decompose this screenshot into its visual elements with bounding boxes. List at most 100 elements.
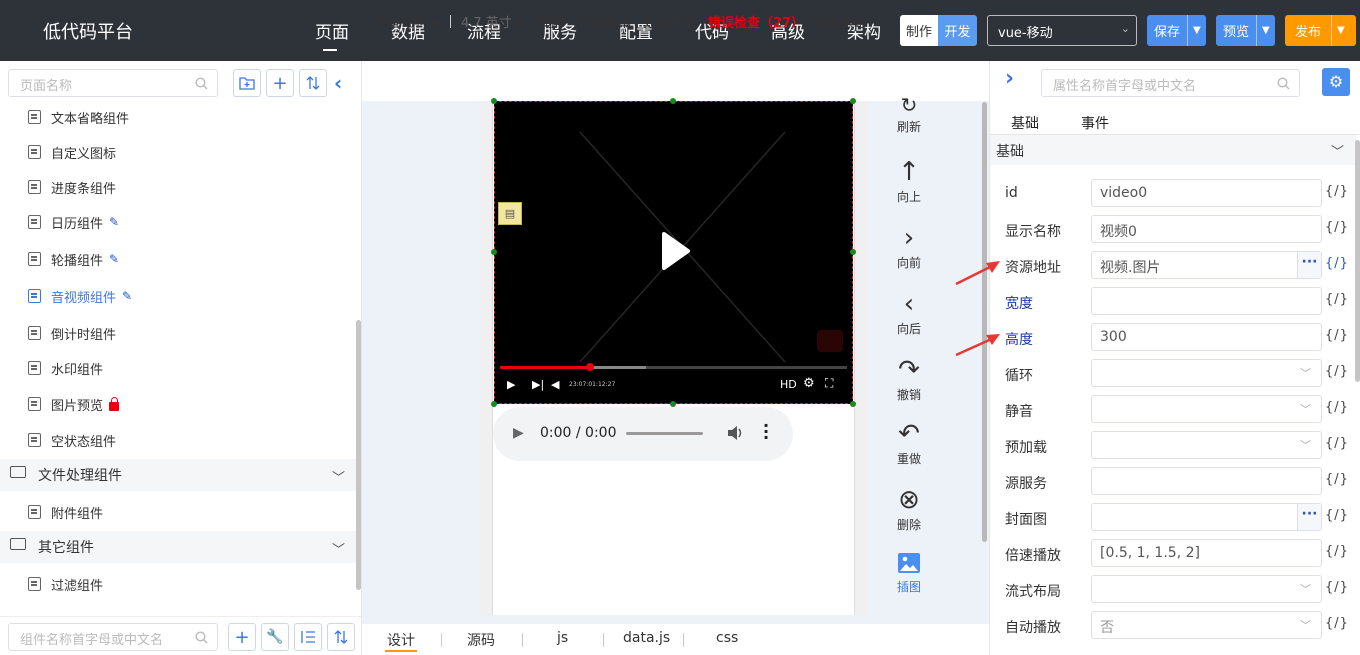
resize-handle[interactable] bbox=[850, 249, 856, 255]
tree-item-image-preview[interactable]: 图片预览 bbox=[0, 386, 357, 422]
tab-data-js[interactable]: data.js bbox=[623, 630, 670, 646]
component-list-button[interactable] bbox=[294, 623, 322, 651]
save-button[interactable]: 保存 ▼ bbox=[1147, 15, 1206, 46]
tree-item-calendar[interactable]: 日历组件 ✎ bbox=[0, 204, 357, 240]
code-binding-icon[interactable]: {/} bbox=[1325, 616, 1349, 631]
prop-select-loop[interactable]: ﹀ bbox=[1091, 359, 1322, 387]
fullscreen-icon[interactable]: ⛶ bbox=[825, 376, 833, 391]
caret-down-icon[interactable]: ▼ bbox=[1331, 15, 1350, 46]
insert-image-tool[interactable]: 插图 bbox=[888, 550, 930, 595]
tree-item-text-ellipsis[interactable]: 文本省略组件 bbox=[0, 99, 357, 135]
nav-page[interactable]: 页面 bbox=[315, 18, 349, 51]
conflict-button[interactable]: 处理冲突 bbox=[643, 12, 695, 31]
tree-item-progress[interactable]: 进度条组件 bbox=[0, 169, 357, 205]
tab-design[interactable]: 设计 bbox=[387, 630, 415, 650]
prop-input-poster[interactable]: ··· bbox=[1091, 503, 1322, 531]
preview-button[interactable]: 预览 ▼ bbox=[1216, 15, 1275, 46]
mode-dev-button[interactable]: 开发 bbox=[938, 15, 977, 46]
tab-event[interactable]: 事件 bbox=[1081, 113, 1109, 133]
property-search-input[interactable]: 属性名称首字母或中文名 bbox=[1041, 69, 1300, 97]
center-scrollbar[interactable] bbox=[982, 102, 987, 542]
gear-icon[interactable]: ⚙ bbox=[803, 376, 815, 391]
code-binding-icon[interactable]: {/} bbox=[1325, 328, 1349, 343]
code-binding-icon[interactable]: {/} bbox=[1325, 220, 1349, 235]
resize-handle[interactable] bbox=[850, 401, 856, 407]
mode-make-button[interactable]: 制作 bbox=[900, 15, 938, 46]
left-scrollbar[interactable] bbox=[356, 320, 361, 590]
prop-input-width[interactable] bbox=[1091, 287, 1322, 315]
resize-handle[interactable] bbox=[491, 401, 497, 407]
prop-input-id[interactable]: video0 bbox=[1091, 179, 1322, 207]
delete-tool[interactable]: ⊗ 删除 bbox=[888, 484, 930, 533]
prop-input-source-service[interactable] bbox=[1091, 467, 1322, 495]
backward-tool[interactable]: ‹ 向后 bbox=[888, 288, 930, 337]
forward-tool[interactable]: › 向前 bbox=[888, 222, 930, 271]
publish-button[interactable]: 发布 ▼ bbox=[1285, 15, 1356, 46]
gear-icon[interactable]: ⚙ bbox=[1322, 68, 1350, 96]
tab-source[interactable]: 源码 bbox=[467, 630, 495, 650]
group-other[interactable]: 其它组件 ﹀ bbox=[0, 531, 357, 563]
prop-input-playback-rate[interactable]: [0.5, 1, 1.5, 2] bbox=[1091, 539, 1322, 567]
code-binding-icon[interactable]: {/} bbox=[1325, 400, 1349, 415]
play-icon[interactable]: ▶ bbox=[507, 378, 515, 391]
page-search-input[interactable]: 页面名称 bbox=[8, 69, 218, 97]
skip-next-icon[interactable]: ▶| bbox=[532, 378, 544, 391]
move-up-tool[interactable]: ↑ 向上 bbox=[888, 156, 930, 205]
tree-item-attachment[interactable]: 附件组件 bbox=[0, 494, 357, 530]
prop-input-height[interactable]: 300 bbox=[1091, 323, 1322, 351]
component-sort-button[interactable] bbox=[327, 623, 355, 651]
prop-select-autoplay[interactable]: 否 ﹀ bbox=[1091, 611, 1322, 639]
tree-item-carousel[interactable]: 轮播组件 ✎ bbox=[0, 241, 357, 277]
caret-down-icon[interactable]: ▼ bbox=[1187, 15, 1206, 46]
tab-css[interactable]: css bbox=[716, 630, 738, 646]
log-trace-button[interactable]: 日志跟踪 bbox=[815, 12, 867, 31]
tree-item-filter[interactable]: 过滤组件 bbox=[0, 566, 357, 602]
prop-select-preload[interactable]: ﹀ bbox=[1091, 431, 1322, 459]
code-binding-icon[interactable]: {/} bbox=[1325, 364, 1349, 379]
caret-down-icon[interactable]: ▼ bbox=[1256, 15, 1275, 46]
tab-basic[interactable]: 基础 bbox=[1011, 113, 1039, 133]
collapse-left-icon[interactable]: ‹ bbox=[334, 71, 342, 95]
add-folder-button[interactable] bbox=[233, 69, 261, 97]
code-binding-icon[interactable]: {/} bbox=[1325, 292, 1349, 307]
history-button[interactable]: 历史版本 bbox=[579, 12, 631, 31]
refresh-tool[interactable]: ↻ 刷新 bbox=[888, 92, 930, 135]
framework-select[interactable]: vue-移动 ⌄ bbox=[987, 15, 1137, 46]
audio-volume-icon[interactable] bbox=[726, 424, 744, 442]
tree-item-media[interactable]: 音视频组件 ✎ bbox=[0, 278, 357, 314]
screen-size-dropdown[interactable]: 4.7 英寸 ▼ bbox=[461, 12, 524, 31]
prop-input-display-name[interactable]: 视频0 bbox=[1091, 215, 1322, 243]
resize-handle[interactable] bbox=[850, 98, 856, 104]
resize-handle[interactable] bbox=[491, 249, 497, 255]
resize-handle[interactable] bbox=[670, 98, 676, 104]
audio-progress-track[interactable] bbox=[626, 432, 703, 435]
video-progress-track[interactable] bbox=[500, 363, 847, 371]
code-binding-icon[interactable]: {/} bbox=[1325, 472, 1349, 487]
tree-item-countdown[interactable]: 倒计时组件 bbox=[0, 315, 357, 351]
tree-item-custom-icon[interactable]: 自定义图标 bbox=[0, 134, 357, 170]
code-binding-icon[interactable]: {/} bbox=[1325, 256, 1349, 271]
component-search-input[interactable]: 组件名称首字母或中文名 bbox=[8, 623, 218, 651]
code-binding-icon[interactable]: {/} bbox=[1325, 580, 1349, 595]
code-binding-icon[interactable]: {/} bbox=[1325, 508, 1349, 523]
collapse-right-icon[interactable]: › bbox=[1005, 66, 1014, 91]
hd-badge[interactable]: HD bbox=[780, 378, 797, 391]
more-vertical-icon[interactable]: · · · bbox=[763, 418, 769, 446]
section-basic-header[interactable]: 基础 ﹀ bbox=[990, 135, 1356, 165]
resize-handle[interactable] bbox=[491, 98, 497, 104]
add-component-button[interactable]: + bbox=[228, 623, 256, 651]
component-tools-button[interactable]: 🔧 bbox=[261, 623, 289, 651]
page-structure-dropdown[interactable]: 页面结构 ▼ bbox=[376, 12, 440, 31]
tree-item-empty-state[interactable]: 空状态组件 bbox=[0, 422, 357, 458]
code-binding-icon[interactable]: {/} bbox=[1325, 544, 1349, 559]
add-page-button[interactable]: + bbox=[266, 69, 294, 97]
more-horizontal-icon[interactable]: ··· bbox=[1297, 504, 1321, 530]
more-horizontal-icon[interactable]: ··· bbox=[1297, 252, 1321, 278]
prop-input-source[interactable]: 视频.图片 ··· bbox=[1091, 251, 1322, 279]
audio-component[interactable]: ▶ 0:00 / 0:00 · · · bbox=[493, 407, 793, 461]
code-binding-icon[interactable]: {/} bbox=[1325, 184, 1349, 199]
group-file-processing[interactable]: 文件处理组件 ﹀ bbox=[0, 459, 357, 491]
sort-pages-button[interactable] bbox=[299, 69, 327, 97]
error-check-button[interactable]: 错误检查（27） bbox=[708, 12, 804, 31]
play-large-icon[interactable] bbox=[661, 231, 691, 271]
